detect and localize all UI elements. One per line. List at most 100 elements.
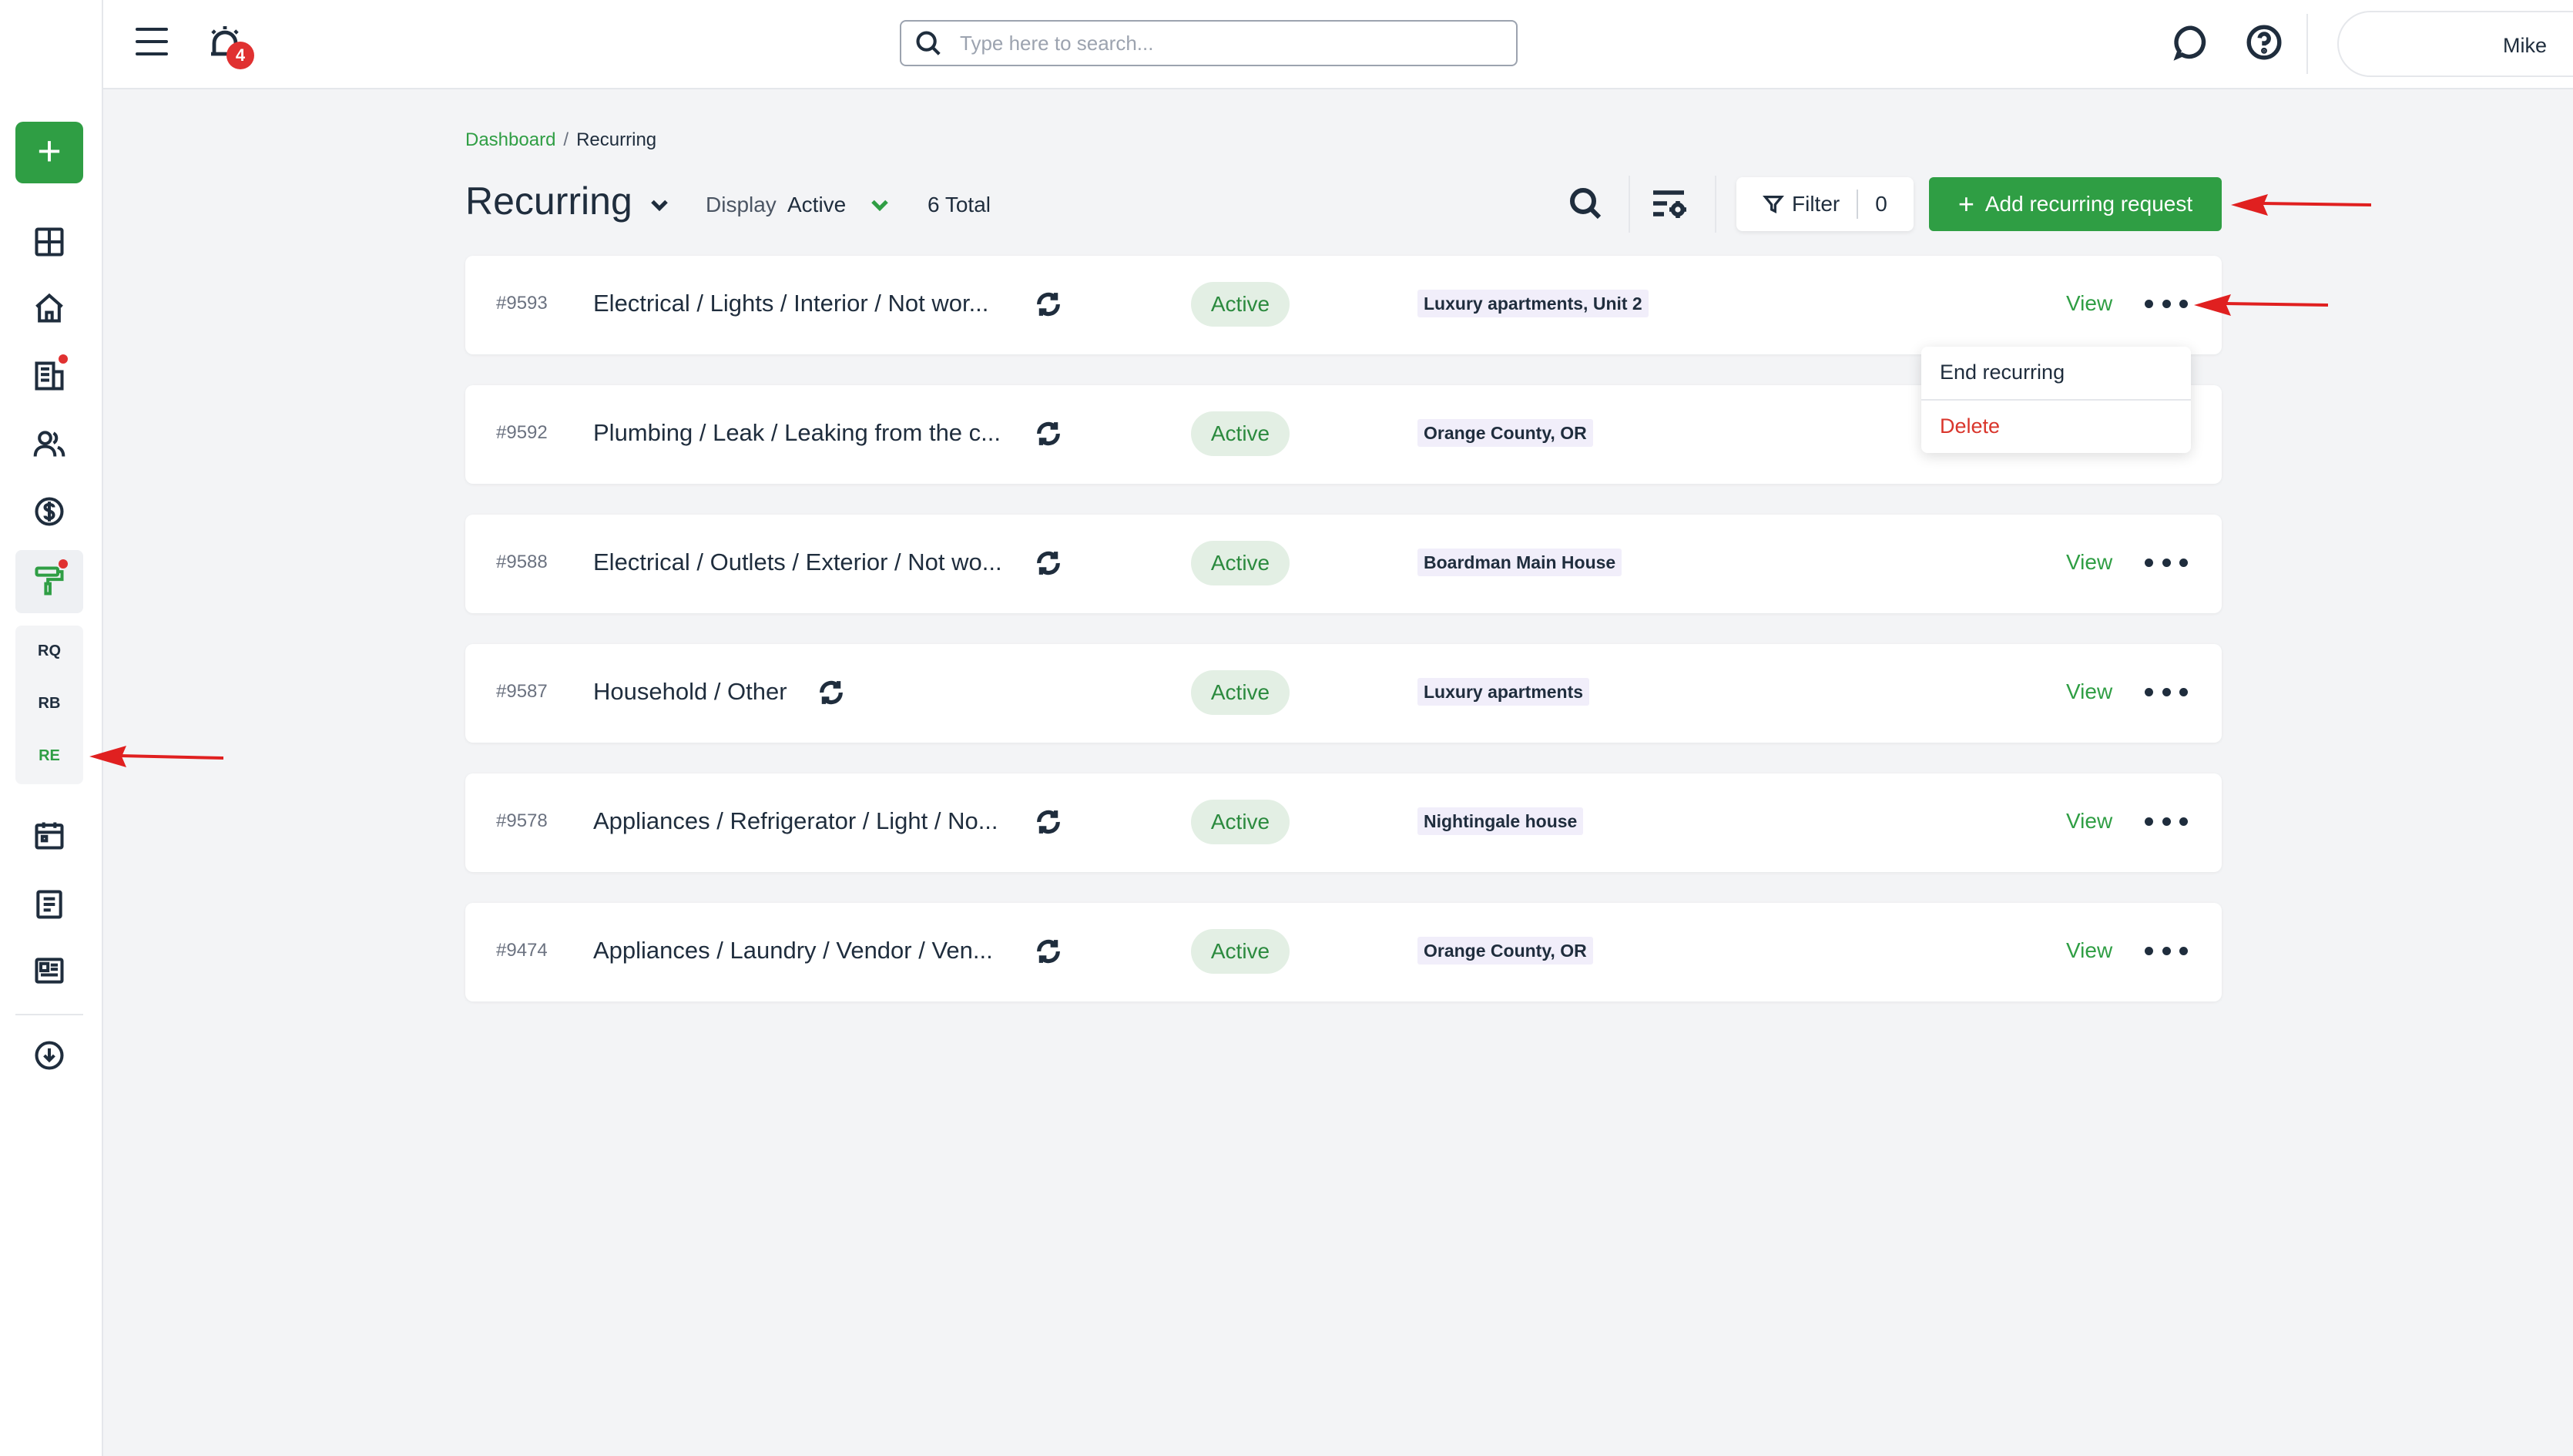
delete-menu-item[interactable]: Delete: [1940, 414, 2000, 438]
sidebar-divider: [15, 1014, 83, 1015]
search-icon[interactable]: [1567, 185, 1605, 223]
display-filter-select[interactable]: Active: [787, 193, 846, 217]
document-icon[interactable]: [28, 883, 71, 926]
view-link[interactable]: View: [2066, 550, 2112, 575]
view-link[interactable]: View: [2066, 809, 2112, 834]
search-input[interactable]: [960, 31, 1499, 55]
recurring-sync-icon: [1032, 418, 1065, 450]
breadcrumb-separator: /: [563, 129, 569, 150]
recurring-row[interactable]: #9587 Household / Other Active Luxury ap…: [465, 644, 2222, 743]
row-options-menu: End recurring Delete: [1921, 347, 2191, 453]
toolbar-divider: [1715, 176, 1716, 233]
help-icon[interactable]: [2245, 23, 2286, 65]
listing-icon[interactable]: [28, 949, 71, 992]
create-new-button[interactable]: +: [15, 122, 83, 183]
search-bar[interactable]: [900, 20, 1518, 66]
funnel-icon: [1763, 196, 1784, 213]
location-tag: Luxury apartments: [1417, 678, 1590, 706]
plus-icon: +: [1957, 188, 1974, 220]
notification-dot: [59, 354, 68, 364]
recurring-row[interactable]: #9593 Electrical / Lights / Interior / N…: [465, 256, 2222, 354]
user-name: Mike: [2502, 34, 2547, 57]
annotation-arrow-icon: [89, 743, 224, 770]
annotation-arrow-icon: [2231, 191, 2372, 219]
calendar-icon[interactable]: [28, 814, 71, 857]
buildings-icon[interactable]: [28, 354, 71, 398]
total-count: 6 Total: [928, 193, 991, 216]
request-id: #9588: [496, 552, 548, 572]
location-tag: Nightingale house: [1417, 807, 1584, 835]
display-label: Display: [706, 193, 777, 216]
list-settings-icon[interactable]: [1650, 185, 1692, 223]
filter-button[interactable]: Filter 0: [1736, 177, 1914, 231]
paint-roller-icon[interactable]: [28, 559, 71, 602]
topbar-divider: [2306, 14, 2308, 74]
menu-icon[interactable]: [136, 28, 168, 55]
recurring-sync-icon: [1032, 288, 1065, 320]
dashboard-grid-icon[interactable]: [28, 220, 71, 263]
location-tag: Orange County, OR: [1417, 937, 1593, 965]
breadcrumb: Dashboard / Recurring: [465, 129, 656, 151]
request-title[interactable]: Electrical / Outlets / Exterior / Not wo…: [593, 549, 1002, 576]
request-title[interactable]: Plumbing / Leak / Leaking from the c...: [593, 419, 1001, 447]
request-title[interactable]: Appliances / Refrigerator / Light / No..…: [593, 807, 998, 835]
notification-dot: [59, 559, 68, 569]
request-id: #9587: [496, 681, 548, 702]
request-title[interactable]: Appliances / Laundry / Vendor / Ven...: [593, 937, 993, 965]
request-id: #9592: [496, 422, 548, 443]
request-title[interactable]: Household / Other: [593, 678, 787, 706]
submenu-item-rq[interactable]: RQ: [15, 642, 83, 660]
chevron-down-icon[interactable]: [646, 191, 673, 219]
recurring-row[interactable]: #9588 Electrical / Outlets / Exterior / …: [465, 515, 2222, 613]
request-id: #9578: [496, 810, 548, 831]
location-tag: Luxury apartments, Unit 2: [1417, 290, 1649, 317]
filter-label: Filter: [1792, 192, 1840, 216]
submenu-item-rb[interactable]: RB: [15, 695, 83, 713]
more-options-icon[interactable]: [2145, 549, 2188, 576]
breadcrumb-dashboard-link[interactable]: Dashboard: [465, 129, 555, 150]
request-title[interactable]: Electrical / Lights / Interior / Not wor…: [593, 290, 988, 317]
request-id: #9474: [496, 940, 548, 961]
recurring-sync-icon: [1032, 806, 1065, 838]
status-badge: Active: [1191, 929, 1290, 974]
page-title[interactable]: Recurring: [465, 179, 632, 223]
filter-count: 0: [1875, 192, 1887, 216]
download-cloud-icon[interactable]: [28, 1034, 71, 1077]
status-badge: Active: [1191, 411, 1290, 456]
chevron-down-icon[interactable]: [866, 191, 894, 219]
view-link[interactable]: View: [2066, 291, 2112, 316]
maintenance-submenu: RQ RB RE: [15, 626, 83, 784]
sidebar: + RQ RB RE: [0, 0, 103, 1456]
recurring-row[interactable]: #9474 Appliances / Laundry / Vendor / Ve…: [465, 903, 2222, 1001]
alarm-bell-icon[interactable]: 4: [206, 23, 254, 69]
toolbar-divider: [1629, 176, 1630, 233]
more-options-icon[interactable]: [2145, 807, 2188, 835]
add-recurring-request-button[interactable]: + Add recurring request: [1929, 177, 2222, 231]
home-icon[interactable]: [28, 287, 71, 330]
status-badge: Active: [1191, 670, 1290, 715]
menu-divider: [1921, 399, 2191, 401]
people-icon[interactable]: [28, 422, 71, 465]
view-link[interactable]: View: [2066, 679, 2112, 704]
location-tag: Boardman Main House: [1417, 549, 1622, 576]
recurring-sync-icon: [815, 676, 847, 709]
dollar-icon[interactable]: [28, 490, 71, 533]
chat-icon[interactable]: [2172, 23, 2214, 65]
breadcrumb-current: Recurring: [576, 129, 657, 150]
recurring-sync-icon: [1032, 547, 1065, 579]
location-tag: Orange County, OR: [1417, 419, 1593, 447]
search-icon: [916, 31, 941, 55]
submenu-item-re[interactable]: RE: [15, 747, 83, 765]
view-link[interactable]: View: [2066, 938, 2112, 963]
top-bar: 4 Mike: [103, 0, 2573, 89]
annotation-arrow-icon: [2194, 291, 2329, 319]
more-options-icon[interactable]: [2145, 678, 2188, 706]
end-recurring-menu-item[interactable]: End recurring: [1940, 361, 2065, 384]
filter-separator: [1857, 190, 1859, 219]
recurring-row[interactable]: #9578 Appliances / Refrigerator / Light …: [465, 773, 2222, 872]
more-options-icon[interactable]: [2145, 290, 2188, 317]
recurring-sync-icon: [1032, 935, 1065, 968]
more-options-icon[interactable]: [2145, 937, 2188, 965]
user-menu[interactable]: Mike: [2337, 11, 2573, 77]
status-badge: Active: [1191, 800, 1290, 844]
